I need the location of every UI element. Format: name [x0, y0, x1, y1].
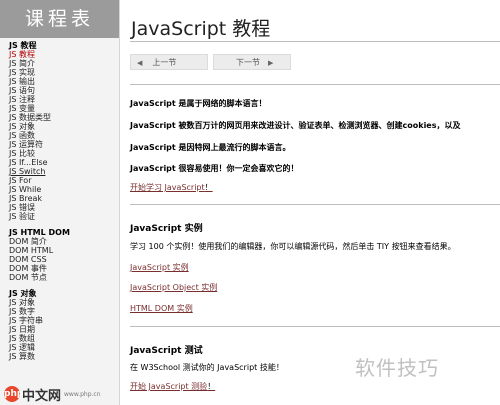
php-logo-icon: php	[4, 386, 23, 402]
nav-group-title: JS 对象	[9, 289, 37, 298]
sidebar-item-dom-events[interactable]: DOM 事件	[9, 264, 119, 273]
test-description: 在 W3School 测试你的 JavaScript 技能！	[130, 363, 284, 372]
pager: ◀ 上一节 下一节 ▶	[130, 54, 500, 70]
divider	[130, 204, 500, 205]
sidebar-item-js-comparisons[interactable]: JS 比较	[9, 149, 119, 158]
examples-link[interactable]: JavaScript 实例	[130, 262, 189, 273]
sidebar-item-js-tutorial[interactable]: JS 教程	[9, 50, 119, 59]
sidebar-item-js-variables[interactable]: JS 变量	[9, 104, 119, 113]
previous-section-label: 上一节	[152, 58, 177, 67]
sidebar-item-js-date[interactable]: JS 日期	[9, 325, 119, 334]
sidebar-title: 课程表	[0, 0, 119, 38]
divider	[130, 84, 500, 85]
start-test-link[interactable]: 开始 JavaScript 测验！	[130, 381, 215, 392]
intro-line: JavaScript 被数百万计的网页用来改进设计、验证表单、检测浏览器、创建c…	[130, 121, 461, 130]
intro-line: JavaScript 是属于网络的脚本语言！	[130, 99, 267, 108]
watermark-url: www.php.cn	[64, 390, 101, 398]
next-section-label: 下一节	[236, 58, 260, 67]
sidebar-item-js-math[interactable]: JS 算数	[9, 352, 119, 361]
sidebar-item-js-switch[interactable]: JS Switch	[9, 167, 119, 176]
sidebar-item-js-ifelse[interactable]: JS If...Else	[9, 158, 119, 167]
punctuation: ！	[207, 382, 216, 391]
object-examples-link[interactable]: JavaScript Object 实例	[130, 282, 217, 293]
sidebar-item-dom-intro[interactable]: DOM 简介	[9, 237, 119, 246]
punctuation: ！	[204, 183, 213, 192]
examples-description: 学习 100 个实例！使用我们的编辑器，你可以编辑源代码，然后单击 TIY 按钮…	[130, 242, 456, 251]
sidebar-item-dom-html[interactable]: DOM HTML	[9, 246, 119, 255]
sidebar-item-js-statements[interactable]: JS 语句	[9, 86, 119, 95]
sidebar-item-js-functions[interactable]: JS 函数	[9, 131, 119, 140]
sidebar-item-js-for[interactable]: JS For	[9, 176, 119, 185]
sidebar-item-js-implementation[interactable]: JS 实现	[9, 68, 119, 77]
previous-section-button[interactable]: ◀ 上一节	[130, 54, 208, 70]
arrow-left-icon: ◀	[137, 59, 143, 67]
dom-examples-link[interactable]: HTML DOM 实例	[130, 303, 193, 314]
sidebar-item-js-validation[interactable]: JS 验证	[9, 212, 119, 221]
arrow-right-icon: ▶	[268, 59, 274, 67]
sidebar-item-js-operators[interactable]: JS 运算符	[9, 140, 119, 149]
intro-line: JavaScript 很容易使用！你一定会喜欢它的！	[130, 164, 299, 173]
nav-group-js-html-dom: JS HTML DOM DOM 简介 DOM HTML DOM CSS DOM …	[9, 228, 119, 282]
nav-group-js-tutorial: JS 教程 JS 教程 JS 简介 JS 实现 JS 输出 JS 语句 JS 注…	[9, 41, 119, 221]
sidebar-item-js-while[interactable]: JS While	[9, 185, 119, 194]
sidebar-item-js-array[interactable]: JS 数组	[9, 334, 119, 343]
sidebar-item-js-boolean[interactable]: JS 逻辑	[9, 343, 119, 352]
nav-group-title: JS 教程	[9, 41, 37, 50]
start-test-link-text[interactable]: 开始 JavaScript 测验	[130, 382, 207, 391]
nav-group-js-objects: JS 对象 JS 对象 JS 数字 JS 字符串 JS 日期 JS 数组 JS …	[9, 289, 119, 361]
page-title: JavaScript 教程	[131, 18, 271, 40]
sidebar-item-js-break[interactable]: JS Break	[9, 194, 119, 203]
sidebar-item-js-comments[interactable]: JS 注释	[9, 95, 119, 104]
next-section-button[interactable]: 下一节 ▶	[213, 54, 291, 70]
watermark-text: 软件技巧	[355, 356, 439, 380]
sidebar-item-dom-css[interactable]: DOM CSS	[9, 255, 119, 264]
watermark-logo: php 中文网 www.php.cn	[4, 384, 101, 404]
sidebar-item-dom-nodes[interactable]: DOM 节点	[9, 273, 119, 282]
sidebar-item-js-output[interactable]: JS 输出	[9, 77, 119, 86]
sidebar-item-js-object[interactable]: JS 对象	[9, 298, 119, 307]
examples-heading: JavaScript 实例	[130, 224, 203, 234]
sidebar-item-js-objects[interactable]: JS 对象	[9, 122, 119, 131]
sidebar-item-js-errors[interactable]: JS 错误	[9, 203, 119, 212]
sidebar-item-js-intro[interactable]: JS 简介	[9, 59, 119, 68]
sidebar-item-js-datatypes[interactable]: JS 数据类型	[9, 113, 119, 122]
nav-group-title: JS HTML DOM	[9, 228, 70, 237]
sidebar-item-js-string[interactable]: JS 字符串	[9, 316, 119, 325]
watermark-site-name: 中文网	[22, 388, 62, 404]
main-content: JavaScript 教程 ◀ 上一节 下一节 ▶ JavaScript 是属于网络…	[120, 0, 500, 405]
sidebar: 课程表 JS 教程 JS 教程 JS 简介 JS 实现 JS 输出 JS 语句 …	[0, 0, 120, 405]
intro-line: JavaScript 是因特网上最流行的脚本语言。	[130, 143, 291, 152]
sidebar-nav: JS 教程 JS 教程 JS 简介 JS 实现 JS 输出 JS 语句 JS 注…	[0, 38, 119, 361]
start-learning-link[interactable]: 开始学习 JavaScript！	[130, 182, 213, 193]
sidebar-item-js-number[interactable]: JS 数字	[9, 307, 119, 316]
test-heading: JavaScript 测试	[130, 346, 203, 356]
start-learning-link-text[interactable]: 开始学习 JavaScript	[130, 183, 205, 192]
divider	[130, 326, 500, 327]
divider	[130, 41, 500, 42]
